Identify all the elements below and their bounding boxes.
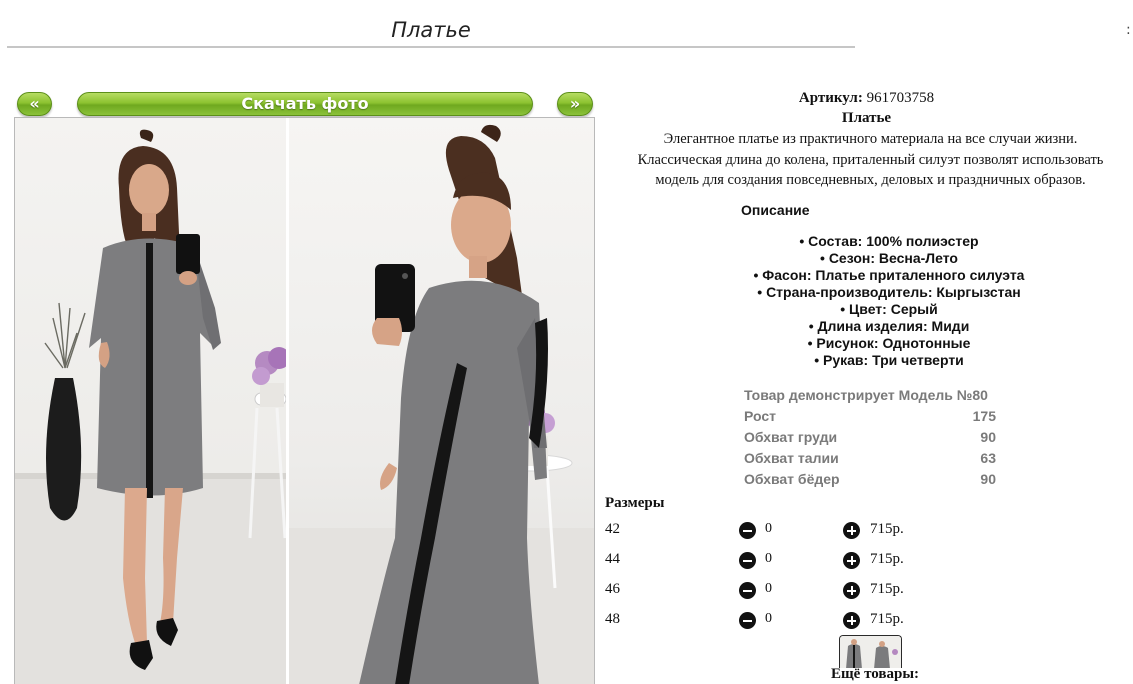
model-label: Обхват груди bbox=[744, 429, 838, 445]
model-value: 175 bbox=[972, 408, 996, 424]
features-list: • Состав: 100% полиэстер • Сезон: Весна-… bbox=[706, 233, 1072, 369]
size-row-44: 44 0 715р. bbox=[605, 551, 935, 581]
edge-mark: : bbox=[1126, 22, 1131, 38]
product-photo-right bbox=[289, 118, 594, 684]
product-photo[interactable] bbox=[14, 117, 595, 684]
minus-circle-icon[interactable] bbox=[739, 522, 756, 539]
size-label: 46 bbox=[605, 581, 620, 597]
model-label: Обхват бёдер bbox=[744, 471, 840, 487]
feature-item: • Страна-производитель: Кыргызстан bbox=[757, 284, 1021, 300]
quantity-value: 0 bbox=[765, 611, 772, 626]
feature-item: • Фасон: Платье приталенного силуэта bbox=[753, 267, 1025, 283]
size-label: 48 bbox=[605, 611, 620, 627]
model-measurements: Товар демонстрирует Модель №80 Рост 175 О… bbox=[744, 385, 996, 490]
feature-item: • Рисунок: Однотонные bbox=[807, 335, 971, 351]
quantity-value: 0 bbox=[765, 551, 772, 566]
article-line: Артикул: 961703758 bbox=[600, 90, 1133, 107]
size-label: 44 bbox=[605, 551, 620, 567]
price: 715р. bbox=[870, 581, 904, 597]
plus-circle-icon[interactable] bbox=[843, 612, 860, 629]
plus-circle-icon[interactable] bbox=[843, 522, 860, 539]
article-value: 961703758 bbox=[866, 90, 935, 106]
model-value: 90 bbox=[980, 471, 996, 487]
next-photo-button[interactable]: » bbox=[557, 92, 593, 116]
feature-item: • Цвет: Серый bbox=[840, 301, 938, 317]
product-name: Платье bbox=[841, 110, 892, 126]
minus-circle-icon[interactable] bbox=[739, 612, 756, 629]
model-value: 90 bbox=[980, 429, 996, 445]
description-line: Классическая длина до колена, приталенны… bbox=[637, 151, 1104, 168]
description-line: модель для создания повседневных, деловы… bbox=[655, 172, 1086, 188]
feature-item: • Рукав: Три четверти bbox=[814, 352, 964, 368]
article-label: Артикул: bbox=[798, 90, 863, 106]
page-title: Платье bbox=[391, 18, 471, 42]
product-description: Элегантное платье из практичного материа… bbox=[608, 129, 1133, 191]
model-row: Обхват бёдер 90 bbox=[744, 469, 996, 490]
model-row: Рост 175 bbox=[744, 406, 996, 427]
feature-item: • Состав: 100% полиэстер bbox=[799, 233, 979, 249]
plus-circle-icon[interactable] bbox=[843, 552, 860, 569]
size-row-42: 42 0 715р. bbox=[605, 521, 935, 551]
price: 715р. bbox=[870, 611, 904, 627]
size-row-46: 46 0 715р. bbox=[605, 581, 935, 611]
prev-photo-button[interactable]: « bbox=[17, 92, 52, 116]
plus-circle-icon[interactable] bbox=[843, 582, 860, 599]
feature-item: • Длина изделия: Миди bbox=[808, 318, 970, 334]
model-value: 63 bbox=[980, 450, 996, 466]
details-heading: Описание bbox=[741, 202, 810, 218]
feature-item: • Сезон: Весна-Лето bbox=[820, 250, 958, 266]
minus-circle-icon[interactable] bbox=[739, 552, 756, 569]
product-thumbnail[interactable] bbox=[839, 635, 902, 668]
product-photo-left bbox=[15, 118, 286, 684]
quantity-value: 0 bbox=[765, 581, 772, 596]
model-row: Обхват талии 63 bbox=[744, 448, 996, 469]
description-line: Элегантное платье из практичного материа… bbox=[663, 131, 1078, 147]
price: 715р. bbox=[870, 521, 904, 537]
more-products-label: Ещё товары: bbox=[831, 666, 920, 682]
title-divider bbox=[7, 46, 855, 48]
model-row: Обхват груди 90 bbox=[744, 427, 996, 448]
model-label: Рост bbox=[744, 408, 776, 424]
size-label: 42 bbox=[605, 521, 620, 537]
minus-circle-icon[interactable] bbox=[739, 582, 756, 599]
sizes-heading: Размеры bbox=[605, 495, 665, 511]
quantity-value: 0 bbox=[765, 521, 772, 536]
model-label: Обхват талии bbox=[744, 450, 839, 466]
model-title: Товар демонстрирует Модель №80 bbox=[744, 387, 988, 403]
download-photo-button[interactable]: Скачать фото bbox=[77, 92, 533, 116]
price: 715р. bbox=[870, 551, 904, 567]
